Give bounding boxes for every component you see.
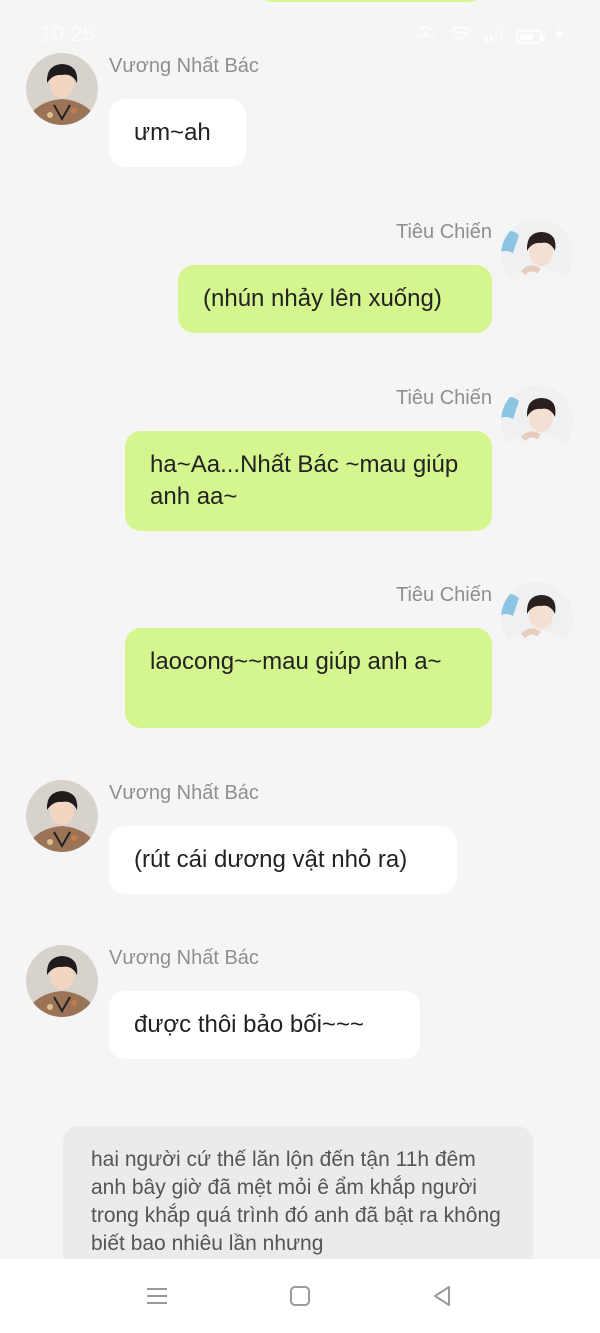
hotspot-icon (414, 26, 438, 47)
status-icons (414, 26, 564, 47)
message-bubble[interactable]: laocong~~mau giúp anh a~ (125, 628, 492, 728)
message-item: Tiêu Chiến (nhún nhảy lên xuống) (0, 219, 600, 339)
menu-icon[interactable] (142, 1281, 172, 1311)
navigation-bar (0, 1259, 600, 1333)
battery-icon (516, 29, 545, 44)
message-bubble[interactable]: ha~Aa...Nhất Bác ~mau giúp anh aa~ (125, 431, 492, 531)
message-item: Vương Nhất Bác ưm~ah (0, 53, 600, 173)
message-item: Tiêu Chiến laocong~~mau giúp anh a~ (0, 582, 600, 732)
message-bubble[interactable]: (rút cái dương vật nhỏ ra) (109, 826, 457, 894)
message-bubble[interactable]: ưm~ah (109, 99, 246, 167)
back-triangle-icon[interactable] (427, 1281, 457, 1311)
message-item: Vương Nhất Bác được thôi bảo bối~~~ (0, 945, 600, 1065)
sender-name: Tiêu Chiến (396, 584, 492, 606)
sender-avatar[interactable] (26, 780, 98, 852)
sender-avatar[interactable] (26, 945, 98, 1017)
wifi-icon (450, 26, 472, 47)
message-item: Tiêu Chiến ha~Aa...Nhất Bác ~mau giúp an… (0, 385, 600, 535)
sender-avatar[interactable] (501, 385, 573, 457)
sender-name: Vương Nhất Bác (109, 782, 259, 804)
previous-message-bubble (258, 0, 484, 2)
message-bubble[interactable]: (nhún nhảy lên xuống) (178, 265, 492, 333)
sender-avatar[interactable] (26, 53, 98, 125)
status-bar: 10:25 (0, 0, 600, 60)
home-square-icon[interactable] (285, 1281, 315, 1311)
sender-avatar[interactable] (501, 219, 573, 291)
sender-avatar[interactable] (501, 582, 573, 654)
status-time: 10:25 (40, 23, 96, 46)
signal-icon (484, 26, 504, 47)
charging-icon (554, 26, 564, 47)
battery-level (520, 33, 533, 40)
sender-name: Vương Nhất Bác (109, 947, 259, 969)
sender-name: Tiêu Chiến (396, 221, 492, 243)
sender-name: Tiêu Chiến (396, 387, 492, 409)
message-item: Vương Nhất Bác (rút cái dương vật nhỏ ra… (0, 780, 600, 900)
message-bubble[interactable]: được thôi bảo bối~~~ (109, 991, 420, 1059)
narration-box: hai người cứ thế lăn lộn đến tận 11h đêm… (63, 1126, 533, 1276)
